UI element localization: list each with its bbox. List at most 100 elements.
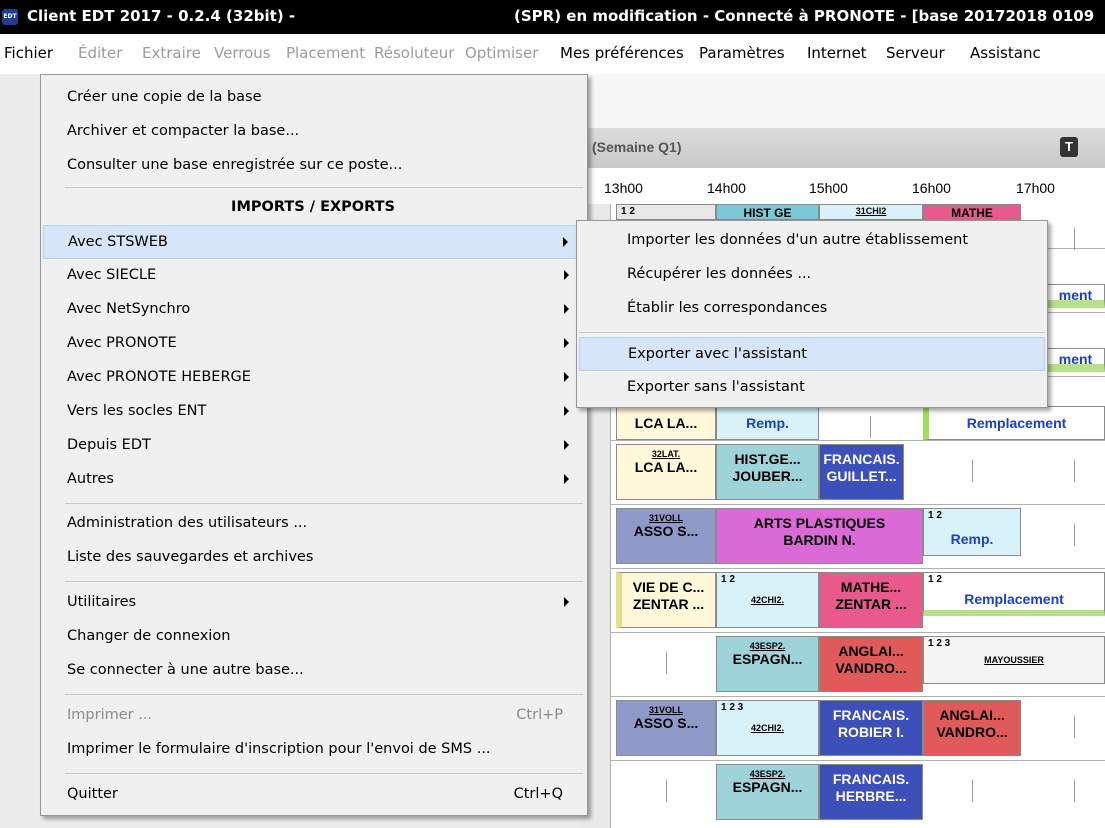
timetable-cell[interactable]: 31CHI2 xyxy=(819,204,923,220)
timetable-cell[interactable]: 31VOLL ASSO S... xyxy=(616,508,716,564)
chevron-right-icon xyxy=(564,270,569,280)
menu-item-archiver[interactable]: Archiver et compacter la base... xyxy=(43,115,583,149)
timetable-cell[interactable]: MATHE xyxy=(923,204,1021,220)
menu-extraire[interactable]: Extraire xyxy=(142,44,201,62)
menu-separator xyxy=(65,503,583,504)
submenu-item-exporter-sans-assistant[interactable]: Exporter sans l'assistant xyxy=(579,371,1045,405)
timetable-cell[interactable]: ANGLAI... VANDRO... xyxy=(923,700,1021,756)
timetable-cell[interactable]: FRANCAIS. GUILLET... xyxy=(819,444,904,500)
time-axis: 13h00 14h00 15h00 16h00 17h00 xyxy=(580,168,1105,204)
chevron-right-icon xyxy=(564,440,569,450)
timetable-cell[interactable]: ANGLAI... VANDRO... xyxy=(819,636,923,692)
empty-slot-tick xyxy=(972,460,973,482)
week-label: (Semaine Q1) xyxy=(592,139,682,155)
menu-item-admin-utilisateurs[interactable]: Administration des utilisateurs ... xyxy=(43,507,583,541)
menu-item-liste-sauvegardes[interactable]: Liste des sauvegardes et archives xyxy=(43,541,583,575)
timetable-cell[interactable]: 1 2 xyxy=(616,204,716,220)
timetable-cell[interactable]: HIST GE xyxy=(716,204,819,220)
timetable-cell[interactable]: 32LAT. LCA LA... xyxy=(616,444,716,500)
empty-slot-tick xyxy=(666,780,667,802)
menu-item-changer-connexion[interactable]: Changer de connexion xyxy=(43,620,583,654)
empty-slot-tick xyxy=(1074,228,1075,250)
menu-separator xyxy=(65,581,583,582)
stsweb-submenu: Importer les données d'un autre établiss… xyxy=(576,220,1048,408)
submenu-item-exporter-avec-assistant[interactable]: Exporter avec l'assistant xyxy=(579,337,1045,371)
menu-item-socles-ent[interactable]: Vers les socles ENT xyxy=(43,395,583,429)
chevron-right-icon xyxy=(563,237,568,247)
empty-slot-tick xyxy=(666,652,667,674)
timetable-cell[interactable]: 1 2 Remplacement xyxy=(923,572,1105,616)
timetable-cell[interactable]: 43ESP2. ESPAGN... xyxy=(716,764,819,820)
clear-filter-icon[interactable]: T xyxy=(1060,137,1078,157)
menu-resoluteur[interactable]: Résoluteur xyxy=(374,44,454,62)
submenu-item-correspondances[interactable]: Établir les correspondances xyxy=(579,292,1045,326)
timetable-cell[interactable]: 1 2 3 42CHI2. xyxy=(716,700,819,756)
chevron-right-icon xyxy=(564,474,569,484)
chevron-right-icon xyxy=(564,372,569,382)
menu-item-depuis-edt[interactable]: Depuis EDT xyxy=(43,429,583,463)
menu-parametres[interactable]: Paramètres xyxy=(699,44,785,62)
empty-slot-tick xyxy=(1074,716,1075,738)
title-bar: EDT Client EDT 2017 - 0.2.4 (32bit) - (S… xyxy=(0,0,1105,34)
menu-assistance[interactable]: Assistanc xyxy=(970,44,1041,62)
chevron-right-icon xyxy=(564,406,569,416)
menu-item-consulter[interactable]: Consulter une base enregistrée sur ce po… xyxy=(43,149,583,183)
menu-item-pronote[interactable]: Avec PRONOTE xyxy=(43,327,583,361)
timetable-cell[interactable]: Remplacement xyxy=(923,406,1105,440)
timetable-cell[interactable]: 31VOLL ASSO S... xyxy=(616,700,716,756)
timetable-cell[interactable]: VIE DE C... ZENTAR ... xyxy=(616,572,716,628)
empty-slot-tick xyxy=(972,780,973,802)
timetable-cell[interactable]: 1 2 42CHI2. xyxy=(716,572,819,628)
menu-item-autres[interactable]: Autres xyxy=(43,463,583,497)
app-logo-icon: EDT xyxy=(2,9,18,25)
empty-slot-tick xyxy=(1074,780,1075,802)
timetable-cell[interactable]: FRANCAIS. ROBIER I. xyxy=(819,700,923,756)
timetable-cell[interactable]: 1 2 Remp. xyxy=(923,508,1021,556)
menu-optimiser[interactable]: Optimiser xyxy=(465,44,538,62)
menu-separator xyxy=(65,773,583,774)
timetable-cell[interactable]: Remp. xyxy=(716,406,819,440)
toolbar-area xyxy=(580,74,1105,128)
menu-item-pronote-heberge[interactable]: Avec PRONOTE HEBERGE xyxy=(43,361,583,395)
row-line xyxy=(610,632,1105,633)
menu-item-autre-base[interactable]: Se connecter à une autre base... xyxy=(43,654,583,688)
menu-separator xyxy=(65,694,583,695)
time-label: 13h00 xyxy=(604,180,643,196)
timetable-cell[interactable]: ARTS PLASTIQUES BARDIN N. xyxy=(716,508,923,564)
submenu-item-importer[interactable]: Importer les données d'un autre établiss… xyxy=(579,224,1045,258)
menu-item-stsweb[interactable]: Avec STSWEB xyxy=(43,225,583,259)
timetable-cell[interactable]: ment xyxy=(1046,348,1105,372)
menu-internet[interactable]: Internet xyxy=(807,44,867,62)
submenu-item-recuperer[interactable]: Récupérer les données ... xyxy=(579,258,1045,292)
timetable-header: (Semaine Q1) T xyxy=(580,128,1105,169)
row-line xyxy=(610,568,1105,569)
menu-fichier[interactable]: Fichier xyxy=(4,44,53,62)
timetable-cell[interactable]: HIST.GE... JOUBER... xyxy=(716,444,819,500)
menu-item-quitter[interactable]: Quitter Ctrl+Q xyxy=(43,778,583,812)
row-line xyxy=(610,440,1105,441)
menu-item-netsynchro[interactable]: Avec NetSynchro xyxy=(43,293,583,327)
row-line xyxy=(610,504,1105,505)
menu-placement[interactable]: Placement xyxy=(286,44,365,62)
empty-slot-tick xyxy=(1074,524,1075,546)
window-title-status: (SPR) en modification - Connecté à PRONO… xyxy=(514,7,1095,25)
time-label: 15h00 xyxy=(809,180,848,196)
timetable-cell[interactable]: LCA LA... xyxy=(616,406,716,440)
menu-separator xyxy=(579,332,1045,333)
timetable-cell[interactable]: ment xyxy=(1046,284,1105,308)
row-line xyxy=(610,760,1105,761)
timetable-cell[interactable]: 43ESP2. ESPAGN... xyxy=(716,636,819,692)
chevron-right-icon xyxy=(564,338,569,348)
menu-item-utilitaires[interactable]: Utilitaires xyxy=(43,586,583,620)
timetable-cell[interactable]: MATHE... ZENTAR ... xyxy=(819,572,923,628)
menu-serveur[interactable]: Serveur xyxy=(886,44,945,62)
menu-editer[interactable]: Éditer xyxy=(78,44,122,62)
menu-item-siecle[interactable]: Avec SIECLE xyxy=(43,259,583,293)
menu-item-imprimer[interactable]: Imprimer ... Ctrl+P xyxy=(43,699,583,733)
timetable-cell[interactable]: FRANCAIS. HERBRE... xyxy=(819,764,923,820)
menu-item-imprimer-sms[interactable]: Imprimer le formulaire d'inscription pou… xyxy=(43,733,583,767)
timetable-cell[interactable]: 1 2 3 MAYOUSSIER xyxy=(923,636,1105,684)
menu-verrous[interactable]: Verrous xyxy=(214,44,271,62)
menu-mes-preferences[interactable]: Mes préférences xyxy=(560,44,684,62)
menu-item-creer-copie[interactable]: Créer une copie de la base xyxy=(43,81,583,115)
